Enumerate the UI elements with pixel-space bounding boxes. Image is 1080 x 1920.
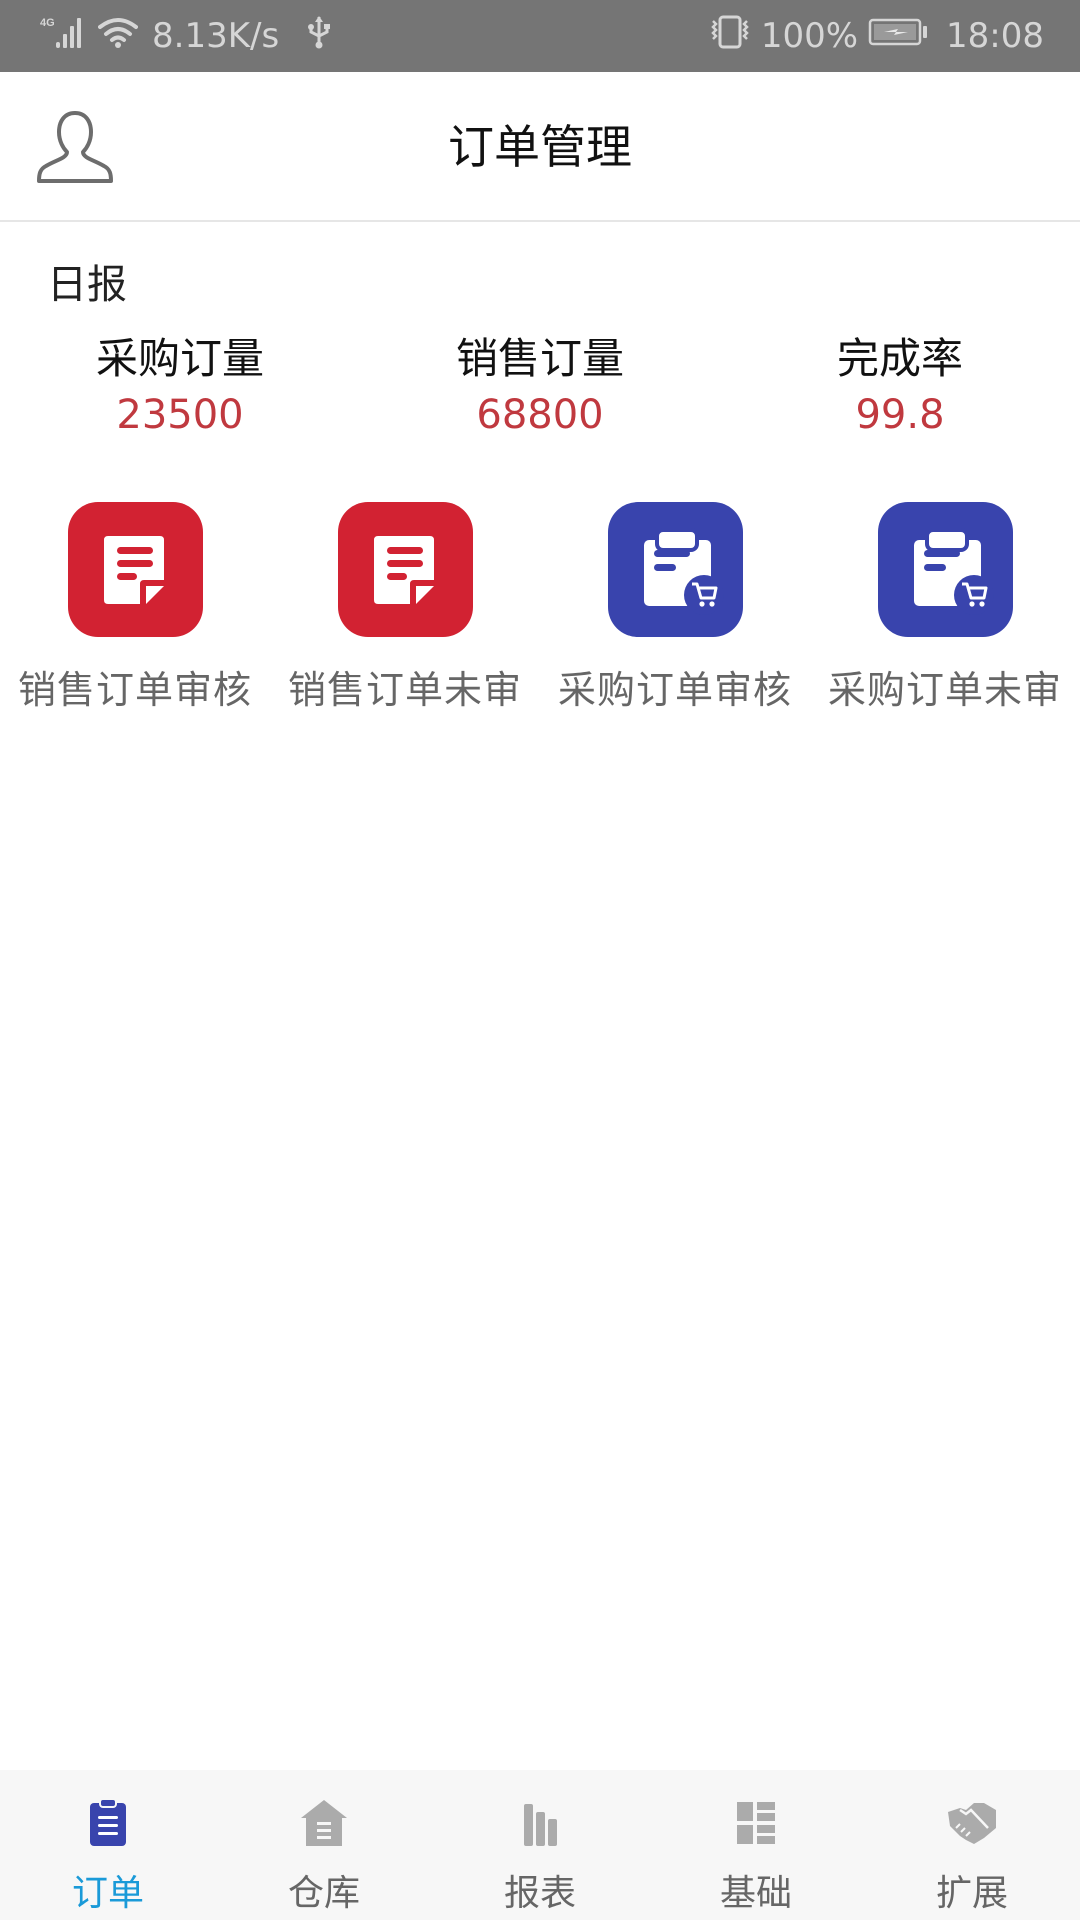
bar-chart-icon — [524, 1804, 557, 1846]
battery-charging-icon — [868, 16, 930, 56]
app-header: 订单管理 — [0, 72, 1080, 222]
clipboard-cart-icon — [643, 528, 724, 615]
stat-value: 23500 — [116, 392, 244, 438]
stat-value: 68800 — [476, 392, 604, 438]
app-tile[interactable] — [337, 502, 473, 637]
daily-report-title: 日报 — [47, 262, 127, 308]
daily-stats: 采购订量 23500 销售订量 68800 完成率 99.8 — [0, 332, 1080, 442]
stat-label: 销售订量 — [455, 334, 624, 383]
app-label: 采购订单审核 — [557, 668, 792, 712]
warehouse-icon — [301, 1800, 347, 1846]
nav-tab-warehouse[interactable]: 仓库 — [216, 1770, 432, 1920]
handshake-icon — [948, 1803, 996, 1844]
document-icon — [373, 536, 434, 604]
app-label: 销售订单未审 — [287, 668, 522, 712]
app-tile[interactable] — [607, 502, 743, 637]
page-title: 订单管理 — [448, 120, 632, 174]
network-speed: 8.13K/s — [152, 16, 280, 56]
app-sales-order-unreviewed[interactable]: 销售订单未审 — [270, 502, 540, 714]
grid-list-icon — [737, 1802, 775, 1844]
battery-percent: 100% — [760, 16, 859, 56]
nav-label: 订单 — [71, 1873, 144, 1914]
usb-icon — [307, 15, 331, 58]
app-label: 销售订单审核 — [17, 668, 252, 712]
app-grid: 销售订单审核 销售订单未审 采购订单审核 采购订单未审 — [0, 502, 1080, 722]
clipboard-icon — [90, 1798, 126, 1846]
nav-tab-reports[interactable]: 报表 — [432, 1770, 648, 1920]
stat-label: 采购订量 — [95, 334, 264, 383]
bottom-navigation: 订单 仓库 报表 基础 扩展 — [0, 1770, 1080, 1920]
svg-text:4G: 4G — [40, 17, 55, 29]
wifi-icon — [98, 15, 138, 58]
nav-tab-extensions[interactable]: 扩展 — [864, 1770, 1080, 1920]
nav-label: 仓库 — [287, 1873, 360, 1914]
vibrate-icon — [709, 15, 751, 58]
app-sales-order-review[interactable]: 销售订单审核 — [0, 502, 270, 714]
app-label: 采购订单未审 — [827, 668, 1062, 712]
stat-value: 99.8 — [855, 392, 945, 438]
app-tile[interactable] — [877, 502, 1013, 637]
app-tile[interactable] — [67, 502, 203, 637]
app-purchase-order-unreviewed[interactable]: 采购订单未审 — [810, 502, 1080, 714]
stat-sales-volume: 销售订量 68800 — [360, 332, 720, 442]
clipboard-cart-icon — [913, 528, 994, 615]
nav-label: 基础 — [719, 1873, 792, 1914]
status-bar: 4G 8.13K/s 100% 18:08 — [0, 0, 1080, 72]
stat-purchase-volume: 采购订量 23500 — [0, 332, 360, 442]
nav-tab-orders[interactable]: 订单 — [0, 1770, 216, 1920]
clock: 18:08 — [946, 16, 1044, 56]
signal-icon: 4G — [40, 14, 84, 59]
nav-tab-basics[interactable]: 基础 — [648, 1770, 864, 1920]
app-purchase-order-review[interactable]: 采购订单审核 — [540, 502, 810, 714]
nav-label: 报表 — [503, 1873, 576, 1914]
nav-label: 扩展 — [935, 1873, 1008, 1914]
document-icon — [103, 536, 164, 604]
stat-label: 完成率 — [836, 334, 963, 383]
stat-completion-rate: 完成率 99.8 — [720, 332, 1080, 442]
